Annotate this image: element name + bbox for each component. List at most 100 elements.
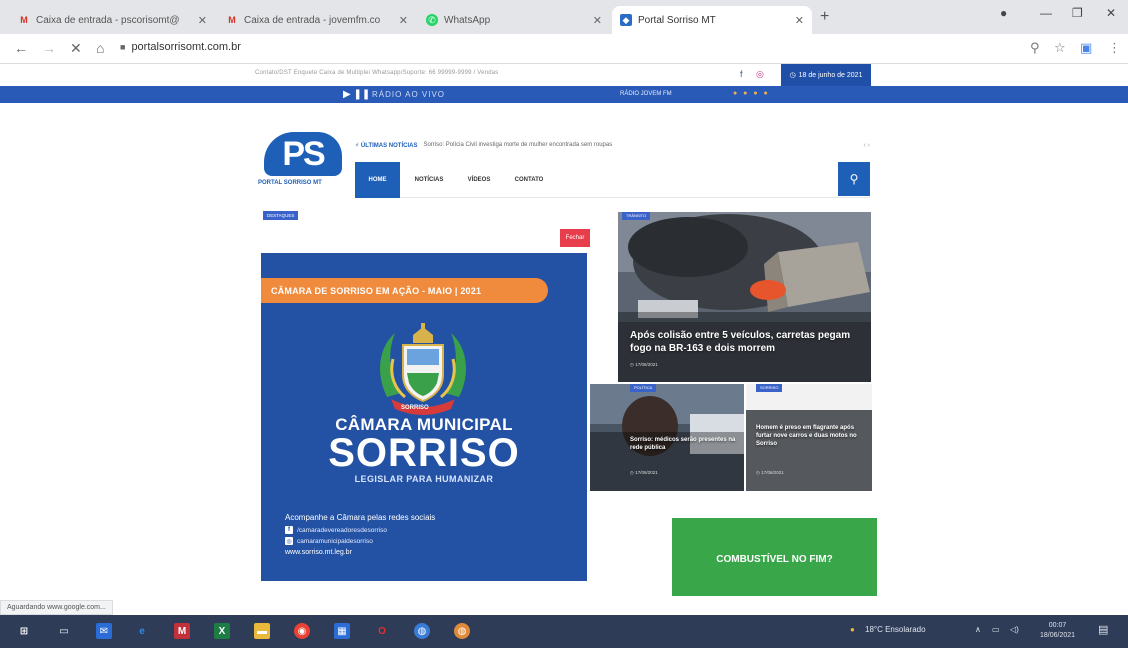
browser-tab-strip: M Caixa de entrada - pscorisomt@ ✕ M Cai… [0, 0, 1128, 34]
home-icon[interactable]: ⌂ [96, 40, 104, 56]
logo-mark: PS [264, 132, 342, 176]
network-icon[interactable]: ▭ [992, 625, 1000, 634]
close-tab-icon[interactable]: ✕ [198, 14, 207, 27]
minimize-button[interactable]: — [1040, 6, 1052, 20]
instagram-icon[interactable]: ◎ [756, 69, 764, 80]
coat-of-arms-icon [380, 323, 466, 415]
ad-facebook-handle: /camaradevereadoresdesorriso [297, 526, 387, 534]
radio-label: RÁDIO AO VIVO [372, 90, 446, 99]
bookmark-star-icon[interactable]: ☆ [1054, 40, 1066, 56]
ticker-arrows[interactable]: ‹ › [863, 142, 870, 149]
top-links[interactable]: Contato/DST Enquete Caixa de Multiplei W… [255, 70, 499, 76]
gmail-app-icon[interactable]: M [174, 623, 190, 639]
search-button[interactable]: ⚲ [838, 162, 870, 196]
windows-start-icon[interactable]: ⊞ [16, 623, 32, 639]
news-card-politica[interactable]: POLÍTICA Sorriso: médicos serão presente… [590, 384, 744, 491]
file-explorer-icon[interactable]: ▬ [254, 623, 270, 639]
nav-contato[interactable]: CONTATO [507, 162, 551, 198]
zoom-icon[interactable]: ⚲ [1030, 40, 1040, 56]
browser-status-bar: Aguardando www.google.com... [0, 600, 113, 615]
close-tab-icon[interactable]: ✕ [795, 14, 804, 27]
tab-portal-sorriso[interactable]: ◆ Portal Sorriso MT ✕ [612, 6, 812, 34]
fuel-ad-banner[interactable]: COMBUSTÍVEL NO FIM? [672, 518, 877, 596]
url-text: portalsorrisomt.com.br [131, 41, 241, 53]
excel-icon[interactable]: X [214, 623, 230, 639]
news-category-tag: POLÍTICA [630, 384, 657, 392]
back-arrow-icon[interactable]: ← [14, 40, 28, 56]
tab-whatsapp[interactable]: ✆ WhatsApp ✕ [418, 6, 610, 34]
nav-noticias[interactable]: NOTÍCIAS [407, 162, 451, 198]
extension-icon[interactable]: ▣ [1080, 40, 1092, 56]
radio-player-bar: ▶ ❚❚ RÁDIO AO VIVO RÁDIO JOVEM FM ● ● ● … [0, 86, 1128, 103]
site-top-line: Contato/DST Enquete Caixa de Multiplei W… [0, 64, 1128, 86]
date-box: ◷ 18 de junho de 2021 [781, 64, 871, 86]
ad-follow-text: Acompanhe a Câmara pelas redes sociais [285, 513, 436, 522]
clock-time: 00:07 [1048, 622, 1067, 629]
ad-facebook-line: f /camaradevereadoresdesorriso [285, 526, 387, 534]
close-ad-button[interactable]: Fechar [560, 229, 590, 247]
media-icon[interactable]: ◍ [414, 623, 430, 639]
ad-instagram-handle: camaramunicipaldesorriso [297, 537, 373, 545]
facebook-icon: f [285, 526, 293, 534]
nav-home[interactable]: HOME [355, 162, 400, 198]
fuel-ad-text: COMBUSTÍVEL NO FIM? [716, 554, 833, 565]
clock-date: 18/06/2021 [1040, 632, 1076, 639]
volume-icon[interactable]: ◁) [1010, 625, 1019, 634]
search-icon: ⚲ [849, 172, 859, 186]
ad-campaign-banner: CÂMARA DE SORRISO EM AÇÃO - MAIO | 2021 [261, 278, 548, 303]
chrome-icon[interactable]: ◉ [294, 623, 310, 639]
tab-gmail-1[interactable]: M Caixa de entrada - pscorisomt@ ✕ [10, 6, 215, 34]
app-icon[interactable]: ▦ [334, 623, 350, 639]
nav-videos[interactable]: VÍDEOS [459, 162, 499, 198]
maximize-button[interactable]: ❐ [1072, 6, 1083, 20]
site-logo[interactable]: PS PORTAL SORRISO MT [258, 132, 350, 192]
tray-chevron-icon[interactable]: ∧ [975, 625, 981, 634]
tab-title: Caixa de entrada - pscorisomt@ [36, 14, 180, 26]
facebook-icon[interactable]: f [740, 69, 743, 79]
close-tab-icon[interactable]: ✕ [593, 14, 602, 27]
security-icon: ■ [120, 42, 126, 52]
close-window-button[interactable]: ✕ [1106, 6, 1116, 20]
weather-icon: ● [850, 625, 855, 634]
news-date: ◷ 17/06/2021 [756, 470, 784, 475]
new-tab-button[interactable]: + [820, 8, 829, 26]
ticker-headline[interactable]: Sorriso: Polícia Civil investiga morte d… [423, 142, 612, 148]
news-date: ◷ 17/06/2021 [630, 470, 658, 475]
close-tab-icon[interactable]: ✕ [399, 14, 408, 27]
notifications-icon[interactable]: ▤ [1098, 623, 1108, 636]
news-headline[interactable]: Sorriso: médicos serão presentes na rede… [630, 436, 738, 452]
current-date: 18 de junho de 2021 [798, 71, 863, 79]
news-card-main[interactable]: TRÂNSITO Após colisão entre 5 veículos, … [618, 212, 871, 382]
ad-instagram-line: ◎ camaramunicipaldesorriso [285, 537, 373, 545]
portal-favicon: ◆ [620, 14, 632, 26]
calendar-icon: ◷ [789, 72, 796, 79]
ad-title-line2: SORRISO [328, 431, 520, 475]
profile-icon[interactable]: ● [1000, 6, 1007, 20]
news-card-sorriso[interactable]: SORRISO Homem é preso em flagrante após … [746, 384, 872, 491]
radio-controls[interactable]: ● ● ● ● [733, 90, 770, 97]
menu-dots-icon[interactable]: ⋮ [1108, 40, 1121, 56]
news-category-tag: TRÂNSITO [622, 212, 651, 220]
news-photo [618, 212, 871, 382]
main-nav: HOME NOTÍCIAS VÍDEOS CONTATO ⚲ [355, 162, 870, 198]
opera-icon[interactable]: O [374, 623, 390, 639]
mail-app-icon[interactable]: ✉ [96, 623, 112, 639]
instagram-icon: ◎ [285, 537, 293, 545]
address-bar[interactable]: ■ portalsorrisomt.com.br [120, 41, 241, 53]
gmail-icon: M [228, 15, 236, 25]
camara-ad-banner[interactable]: CÂMARA DE SORRISO EM AÇÃO - MAIO | 2021 … [261, 253, 587, 581]
internet-explorer-icon[interactable]: e [134, 623, 150, 639]
whatsapp-icon: ✆ [426, 14, 438, 26]
news-headline[interactable]: Homem é preso em flagrante após furtar n… [756, 424, 866, 448]
news-headline[interactable]: Após colisão entre 5 veículos, carretas … [630, 329, 860, 355]
app-icon-2[interactable]: ◍ [454, 623, 470, 639]
forward-arrow-icon[interactable]: → [42, 40, 56, 56]
radio-station: RÁDIO JOVEM FM [620, 91, 672, 97]
system-clock[interactable]: 00:07 18/06/2021 [1040, 621, 1075, 641]
ad-website: www.sorriso.mt.leg.br [285, 549, 352, 556]
task-view-icon[interactable]: ▭ [56, 623, 72, 639]
tab-gmail-2[interactable]: M Caixa de entrada - jovemfm.co ✕ [218, 6, 416, 34]
play-pause-icon[interactable]: ▶ ❚❚ [343, 89, 370, 100]
weather-text[interactable]: 18°C Ensolarado [865, 625, 926, 634]
stop-loading-icon[interactable]: ✕ [70, 40, 82, 57]
